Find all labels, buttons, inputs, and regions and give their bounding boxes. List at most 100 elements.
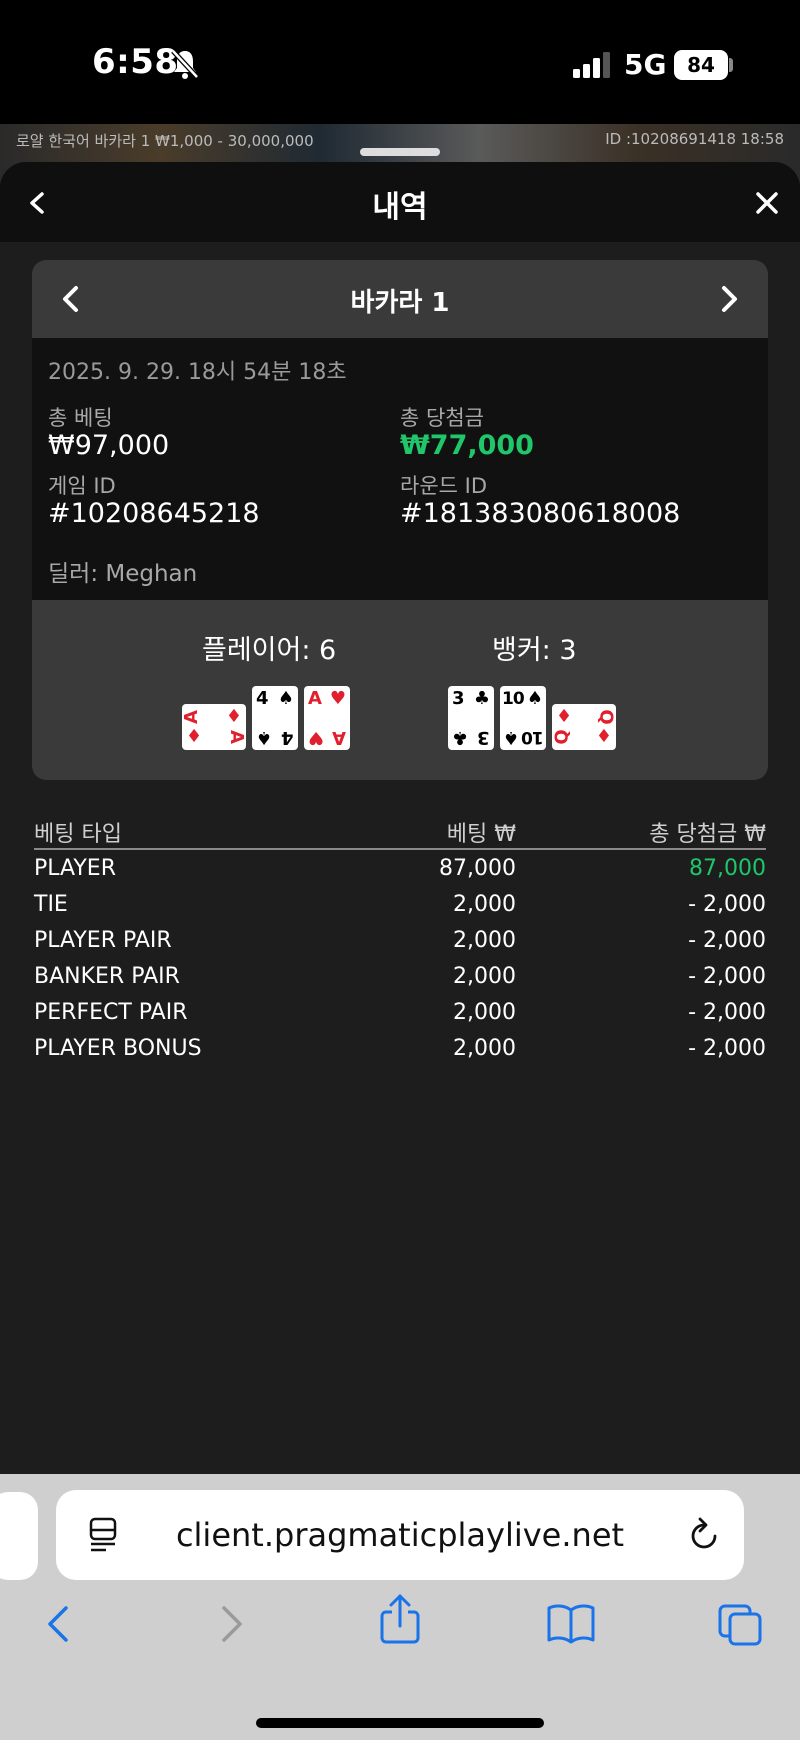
- game-table-info: 로얄 한국어 바카라 1 ₩1,000 - 30,000,000: [16, 132, 314, 150]
- modal-title: 내역: [372, 190, 428, 225]
- close-button[interactable]: [750, 186, 784, 220]
- battery-cap: [729, 58, 733, 72]
- history-modal: 내역 바카라 1 2025. 9. 29. 18시 54분 18초 총 베팅 ₩…: [0, 162, 800, 1474]
- card-rank: Q: [595, 709, 617, 725]
- bet-win: - 2,000: [688, 1036, 766, 1061]
- total-bet-value: ₩97,000: [48, 430, 170, 461]
- browser-forward-icon[interactable]: [214, 1602, 250, 1646]
- card-rank: 3: [477, 727, 490, 748]
- bet-amount: 2,000: [453, 892, 516, 917]
- card-suit: ♥: [308, 727, 325, 748]
- card-suit: ♥: [329, 688, 346, 709]
- card-rank: 10: [522, 727, 544, 747]
- card-suit: ♠: [256, 727, 273, 748]
- banker-card-3: ♦ Q Q ♦: [552, 704, 616, 750]
- card-rank: A: [180, 710, 202, 724]
- next-round-button[interactable]: [712, 282, 746, 316]
- bet-amount: 87,000: [439, 856, 516, 881]
- round-detail-card: 바카라 1 2025. 9. 29. 18시 54분 18초 총 베팅 ₩97,…: [32, 260, 768, 780]
- card-suit: ♣: [473, 688, 490, 709]
- bet-type: PLAYER PAIR: [34, 928, 172, 953]
- table-row: PLAYER PAIR 2,000 - 2,000: [34, 922, 766, 958]
- url-text: client.pragmaticplaylive.net: [175, 1516, 625, 1554]
- bet-win: - 2,000: [688, 964, 766, 989]
- share-icon[interactable]: [378, 1594, 422, 1644]
- bet-win: - 2,000: [688, 1000, 766, 1025]
- bet-type: PLAYER BONUS: [34, 1036, 202, 1061]
- banker-card-2: 10 ♠ ♠ 10: [500, 686, 546, 750]
- total-win-label: 총 당첨금: [400, 406, 484, 430]
- card-rank: A: [226, 730, 248, 744]
- previous-tab-preview[interactable]: [0, 1492, 38, 1580]
- modal-header: 내역: [0, 162, 800, 242]
- address-bar[interactable]: client.pragmaticplaylive.net: [56, 1490, 744, 1580]
- bet-amount: 2,000: [453, 964, 516, 989]
- table-row: BANKER PAIR 2,000 - 2,000: [34, 958, 766, 994]
- home-indicator[interactable]: [256, 1718, 544, 1728]
- total-win-value: ₩77,000: [400, 430, 534, 461]
- card-suit: ♦: [225, 706, 242, 727]
- bet-table: 베팅 타입 베팅 ₩ 총 당첨금 ₩ PLAYER 87,000 87,000 …: [34, 814, 766, 1066]
- banker-card-1: 3 ♣ ♣ 3: [448, 686, 494, 750]
- player-score: 플레이어: 6: [202, 635, 337, 666]
- card-suit: ♠: [503, 727, 520, 748]
- battery-indicator: 84: [674, 50, 728, 80]
- table-row: PLAYER 87,000 87,000: [34, 850, 766, 886]
- game-id-label: 게임 ID: [48, 474, 116, 498]
- dealer-name: 딜러: Meghan: [48, 561, 198, 587]
- round-id-label: 라운드 ID: [400, 474, 487, 498]
- table-row: PERFECT PAIR 2,000 - 2,000: [34, 994, 766, 1030]
- player-card-3: A ♥ ♥ A: [304, 686, 350, 750]
- status-bar: 6:58 5G 84: [0, 0, 800, 124]
- game-name: 바카라 1: [350, 288, 450, 318]
- browser-back-icon[interactable]: [40, 1602, 76, 1646]
- card-rank: A: [308, 688, 322, 709]
- round-info: 2025. 9. 29. 18시 54분 18초 총 베팅 ₩97,000 총 …: [32, 338, 768, 600]
- table-row: TIE 2,000 - 2,000: [34, 886, 766, 922]
- game-round-id: ID :10208691418 18:58: [605, 130, 784, 148]
- bet-win: - 2,000: [688, 892, 766, 917]
- reload-icon[interactable]: [686, 1514, 722, 1554]
- card-suit: ♦: [595, 726, 612, 747]
- game-id-value: #10208645218: [48, 498, 260, 529]
- bet-amount: 2,000: [453, 928, 516, 953]
- card-rank: 10: [502, 689, 525, 709]
- bet-table-header: 베팅 타입 베팅 ₩ 총 당첨금 ₩: [34, 814, 766, 850]
- tabs-icon[interactable]: [716, 1602, 764, 1648]
- player-card-2: 4 ♠ ♠ 4: [252, 686, 298, 750]
- round-date: 2025. 9. 29. 18시 54분 18초: [48, 360, 347, 385]
- round-navigation: 바카라 1: [32, 260, 768, 338]
- player-card-1: A ♦ ♦ A: [180, 704, 248, 750]
- header-bet-amount: 베팅 ₩: [446, 822, 516, 847]
- card-suit: ♦: [186, 726, 203, 747]
- signal-icon: [573, 52, 610, 78]
- round-result: 플레이어: 6 뱅커: 3 A ♦ ♦ A 4 ♠ ♠ 4 A ♥ ♥ A 3 …: [32, 600, 768, 780]
- card-rank: Q: [551, 729, 573, 745]
- bet-win: 87,000: [689, 856, 766, 881]
- bet-amount: 2,000: [453, 1036, 516, 1061]
- card-suit: ♣: [452, 727, 469, 748]
- card-suit: ♠: [526, 688, 543, 709]
- bet-type: PLAYER: [34, 856, 116, 881]
- bet-type: PERFECT PAIR: [34, 1000, 188, 1025]
- total-bet-label: 총 베팅: [48, 406, 113, 430]
- card-rank: 4: [281, 727, 294, 748]
- bookmarks-icon[interactable]: [546, 1602, 596, 1646]
- header-bet-type: 베팅 타입: [34, 822, 122, 847]
- card-rank: 4: [256, 688, 269, 709]
- bet-type: TIE: [34, 892, 68, 917]
- bell-slash-icon: [171, 49, 199, 79]
- card-rank: 3: [452, 688, 465, 709]
- drag-handle[interactable]: [360, 148, 440, 156]
- card-suit: ♦: [556, 706, 573, 727]
- card-suit: ♠: [277, 688, 294, 709]
- bet-amount: 2,000: [453, 1000, 516, 1025]
- banker-score: 뱅커: 3: [492, 635, 577, 666]
- status-time: 6:58: [92, 42, 179, 82]
- round-id-value: #181383080618008: [400, 498, 681, 529]
- browser-toolbar: client.pragmaticplaylive.net: [0, 1474, 800, 1740]
- header-total-win: 총 당첨금 ₩: [649, 822, 766, 847]
- card-rank: A: [332, 727, 346, 748]
- bet-win: - 2,000: [688, 928, 766, 953]
- network-label: 5G: [624, 48, 667, 81]
